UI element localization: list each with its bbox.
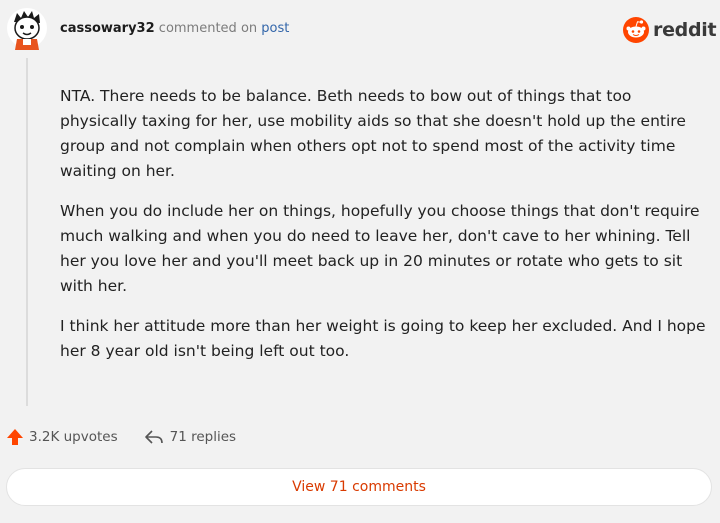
comment-meta: cassowary32 commented on post (60, 21, 289, 36)
comment-paragraph: When you do include her on things, hopef… (60, 202, 700, 295)
post-link[interactable]: post (261, 21, 289, 36)
avatar[interactable] (6, 6, 48, 50)
reply-count: 71 replies (169, 429, 237, 445)
comment-paragraph: NTA. There needs to be balance. Beth nee… (60, 87, 686, 180)
view-comments-button[interactable]: View 71 comments (6, 468, 712, 506)
comment-paragraph: I think her attitude more than her weigh… (60, 317, 706, 360)
upvote-arrow-icon (7, 429, 23, 445)
upvote-button[interactable]: 3.2K upvotes (6, 428, 118, 446)
thread-line[interactable] (26, 58, 28, 406)
replies-button[interactable]: 71 replies (118, 428, 236, 446)
reddit-wordmark: reddit (653, 19, 717, 41)
reddit-snoo-icon (623, 17, 649, 43)
comment-actions: 3.2K upvotes 71 replies (6, 426, 236, 448)
view-comments-label: View 71 comments (292, 479, 426, 495)
action-text: commented on (158, 21, 258, 36)
comment-body: NTA. There needs to be balance. Beth nee… (60, 84, 706, 379)
reply-arrow-icon (144, 430, 163, 444)
comment-header: cassowary32 commented on post reddit (0, 0, 720, 60)
reddit-logo: reddit (623, 16, 717, 44)
username[interactable]: cassowary32 (60, 21, 155, 36)
upvote-count: 3.2K upvotes (29, 429, 118, 445)
